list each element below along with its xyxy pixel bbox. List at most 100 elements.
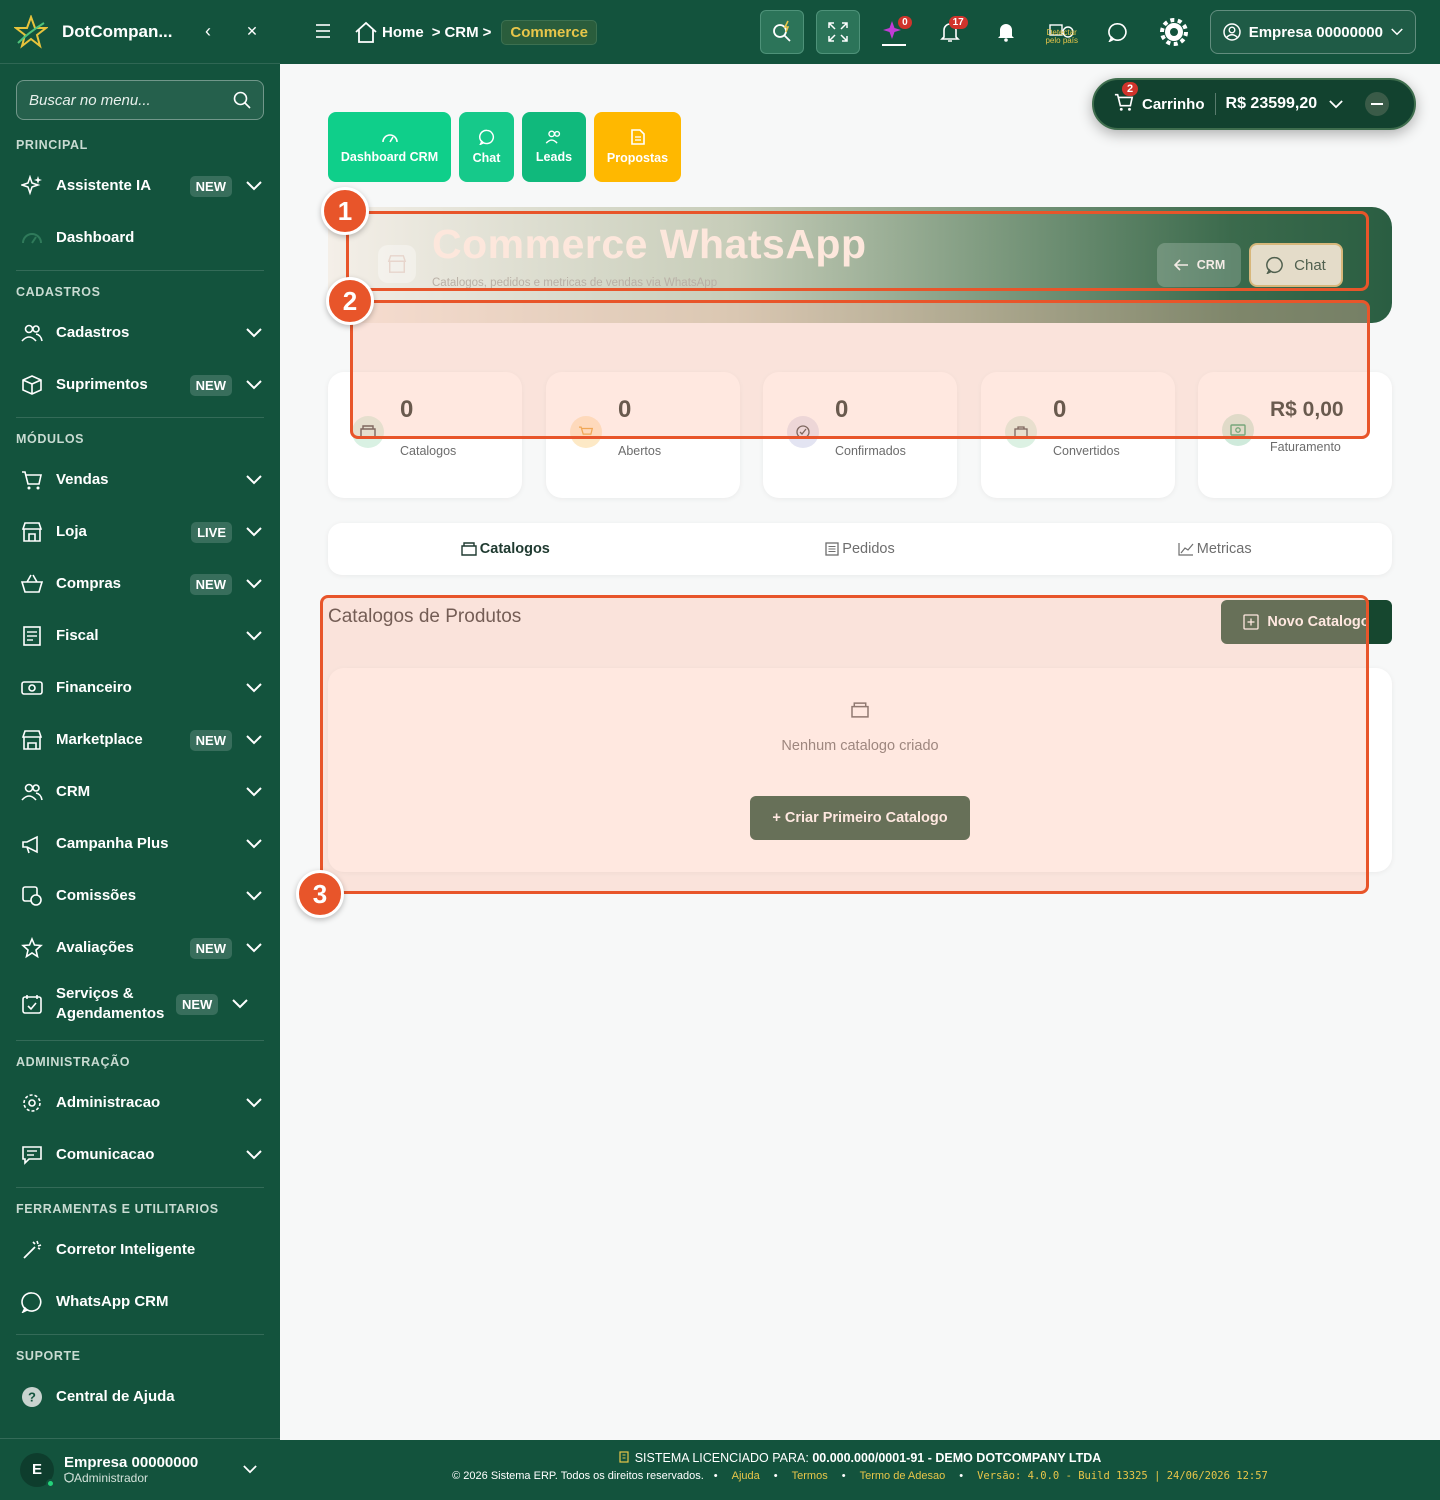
menu-search-input[interactable]	[29, 91, 233, 109]
version-info: Versão: 4.0.0 - Build 13325 | 24/06/2026…	[977, 1470, 1268, 1482]
notifications-button[interactable]: 17	[928, 10, 972, 54]
chevron-down-icon[interactable]	[244, 375, 264, 395]
close-sidebar-button[interactable]: ✕	[238, 23, 266, 40]
svg-text:?: ?	[28, 1390, 36, 1405]
chevron-down-icon[interactable]	[244, 323, 264, 343]
detect-country-label: Detectar pelo país	[1045, 28, 1078, 45]
sidebar: DotCompan... ‹ ✕ PRINCIPAL Assistente IA…	[0, 0, 280, 1500]
sidebar-user[interactable]: E Empresa 00000000 Administrador	[0, 1438, 280, 1500]
chevron-down-icon[interactable]	[244, 678, 264, 698]
chevron-down-icon[interactable]	[230, 994, 250, 1014]
breadcrumb-home[interactable]: Home	[382, 24, 424, 41]
sidebar-item-servicos[interactable]: Serviços & Agendamentos NEW	[0, 974, 280, 1034]
sidebar-item-compras[interactable]: Compras NEW	[0, 558, 280, 610]
hamburger-menu-icon[interactable]	[314, 21, 342, 44]
chevron-down-icon[interactable]	[244, 522, 264, 542]
gauge-icon	[381, 134, 398, 143]
tab-metricas[interactable]: Metricas	[1037, 523, 1392, 575]
sidebar-item-dashboard[interactable]: Dashboard	[0, 212, 280, 264]
search-bolt-icon	[772, 20, 791, 42]
stat-label: Confirmados	[835, 444, 906, 458]
company-selector[interactable]: Empresa 00000000	[1209, 10, 1416, 54]
footer-link-termos[interactable]: Termos	[792, 1470, 828, 1482]
shop-icon	[20, 728, 44, 752]
section-suporte: SUPORTE	[16, 1349, 81, 1363]
alerts-button[interactable]	[984, 10, 1028, 54]
sidebar-item-fiscal[interactable]: Fiscal	[0, 610, 280, 662]
new-badge: NEW	[189, 573, 232, 595]
quick-button-label: Chat	[472, 151, 501, 165]
chevron-down-icon[interactable]	[244, 886, 264, 906]
footer-link-ajuda[interactable]: Ajuda	[732, 1470, 760, 1482]
chevron-down-icon[interactable]	[244, 834, 264, 854]
sidebar-item-corretor[interactable]: Corretor Inteligente	[0, 1224, 280, 1276]
calendar-check-icon	[20, 992, 44, 1016]
footer-link-termo-adesao[interactable]: Termo de Adesao	[860, 1470, 946, 1482]
breadcrumb-crm[interactable]: CRM	[444, 24, 478, 41]
folder-icon	[461, 542, 477, 556]
chevron-down-icon[interactable]	[244, 626, 264, 646]
collapse-sidebar-button[interactable]: ‹	[194, 21, 222, 42]
tab-catalogos[interactable]: Catalogos	[328, 523, 683, 575]
chevron-down-icon[interactable]	[1329, 99, 1343, 109]
leads-button[interactable]: Leads	[522, 112, 586, 182]
sidebar-item-financeiro[interactable]: Financeiro	[0, 662, 280, 714]
sidebar-item-crm[interactable]: CRM	[0, 766, 280, 818]
sidebar-item-ajuda[interactable]: ? Central de Ajuda	[0, 1371, 280, 1423]
expand-icon	[827, 22, 848, 42]
quick-button-label: Dashboard CRM	[340, 150, 439, 164]
sidebar-item-vendas[interactable]: Vendas	[0, 454, 280, 506]
users-icon	[20, 780, 44, 804]
home-icon[interactable]	[354, 21, 378, 43]
new-badge: NEW	[189, 374, 232, 396]
topbar: Home > CRM > Commerce 0 17 Detectar pelo…	[280, 0, 1440, 64]
sidebar-item-campanha[interactable]: Campanha Plus	[0, 818, 280, 870]
chevron-down-icon[interactable]	[244, 574, 264, 594]
avatar: E	[20, 1452, 55, 1488]
quick-search-button[interactable]	[759, 10, 804, 54]
minimize-cart-button[interactable]	[1365, 92, 1390, 116]
sidebar-item-administracao[interactable]: Administracao	[0, 1077, 280, 1129]
breadcrumb-sep: >	[482, 23, 492, 41]
chevron-down-icon[interactable]	[244, 470, 264, 490]
sidebar-item-label: WhatsApp CRM	[56, 1293, 169, 1310]
detect-country-button[interactable]: Detectar pelo país	[1040, 10, 1084, 54]
building-icon	[619, 1451, 629, 1463]
sparkle-icon	[20, 174, 44, 198]
gear-icon	[1159, 18, 1188, 46]
sidebar-item-comunicacao[interactable]: Comunicacao	[0, 1129, 280, 1181]
ai-sparkle-button[interactable]: 0	[872, 10, 916, 54]
star-icon	[20, 936, 44, 960]
sidebar-item-assistente[interactable]: Assistente IA NEW	[0, 160, 280, 212]
chat-button[interactable]: Chat	[459, 112, 514, 182]
footer-links: © 2026 Sistema ERP. Todos os direitos re…	[452, 1470, 1268, 1482]
breadcrumb-current: Commerce	[501, 19, 597, 45]
sidebar-item-comissoes[interactable]: Comissões	[0, 870, 280, 922]
megaphone-icon	[20, 832, 44, 856]
sidebar-item-marketplace[interactable]: Marketplace NEW	[0, 714, 280, 766]
chevron-down-icon[interactable]	[244, 1145, 264, 1165]
chevron-down-icon[interactable]	[244, 782, 264, 802]
chevron-down-icon[interactable]	[244, 730, 264, 750]
sidebar-item-avaliacoes[interactable]: Avaliações NEW	[0, 922, 280, 974]
sidebar-item-loja[interactable]: Loja LIVE	[0, 506, 280, 558]
cart-pill[interactable]: 2 Carrinho R$ 23599,20	[1092, 78, 1416, 130]
chevron-down-icon[interactable]	[244, 1093, 264, 1113]
sidebar-item-suprimentos[interactable]: Suprimentos NEW	[0, 359, 280, 411]
sidebar-item-cadastros[interactable]: Cadastros	[0, 307, 280, 359]
sidebar-item-label: Corretor Inteligente	[56, 1241, 196, 1258]
tab-pedidos[interactable]: Pedidos	[683, 523, 1038, 575]
sidebar-item-label: CRM	[56, 783, 91, 800]
whatsapp-button[interactable]	[1096, 10, 1140, 54]
dashboard-crm-button[interactable]: Dashboard CRM	[328, 112, 451, 182]
settings-button[interactable]	[1152, 10, 1196, 54]
sidebar-item-label: Fiscal	[56, 627, 99, 644]
chevron-down-icon[interactable]	[244, 176, 264, 196]
propostas-button[interactable]: Propostas	[594, 112, 681, 182]
money-icon	[20, 676, 44, 700]
sidebar-item-whatsapp[interactable]: WhatsApp CRM	[0, 1276, 280, 1328]
chevron-down-icon[interactable]	[240, 1460, 260, 1480]
search-icon[interactable]	[233, 91, 251, 109]
fullscreen-button[interactable]	[815, 10, 860, 54]
chevron-down-icon[interactable]	[244, 938, 264, 958]
